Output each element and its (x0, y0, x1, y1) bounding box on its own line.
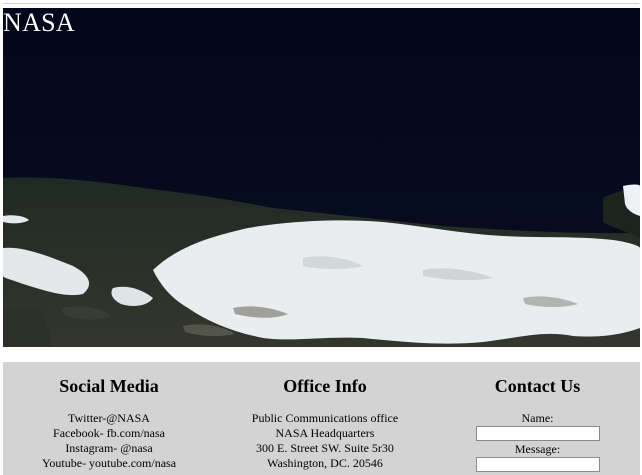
office-line: 300 E. Street SW. Suite 5r30 (256, 441, 394, 455)
social-instagram: Instagram- @nasa (65, 441, 153, 455)
social-media-list: Twitter-@NASA Facebook- fb.com/nasa Inst… (3, 411, 215, 471)
name-input[interactable] (475, 426, 600, 441)
hero-title: NASA (3, 8, 75, 37)
contact-form: Name: Message: (435, 411, 640, 472)
name-label: Name: (521, 411, 554, 425)
message-input[interactable] (475, 457, 600, 472)
section-spacer (0, 347, 642, 362)
social-media-heading: Social Media (59, 376, 159, 396)
footer: Social Media Twitter-@NASA Facebook- fb.… (3, 362, 640, 475)
contact-heading: Contact Us (494, 376, 581, 396)
social-facebook: Facebook- fb.com/nasa (53, 426, 165, 440)
hero-banner: NASA (3, 8, 640, 347)
message-label: Message: (514, 442, 561, 456)
earth-satellite-image (3, 8, 640, 347)
office-address: Public Communications office NASA Headqu… (221, 411, 429, 471)
office-line: NASA Headquarters (275, 426, 375, 440)
office-line: Washington, DC. 20546 (267, 456, 383, 470)
social-youtube: Youtube- youtube.com/nasa (41, 456, 177, 470)
office-line: Public Communications office (251, 411, 399, 425)
top-divider (3, 3, 639, 4)
social-twitter: Twitter-@NASA (68, 411, 150, 425)
office-info-heading: Office Info (283, 376, 367, 396)
